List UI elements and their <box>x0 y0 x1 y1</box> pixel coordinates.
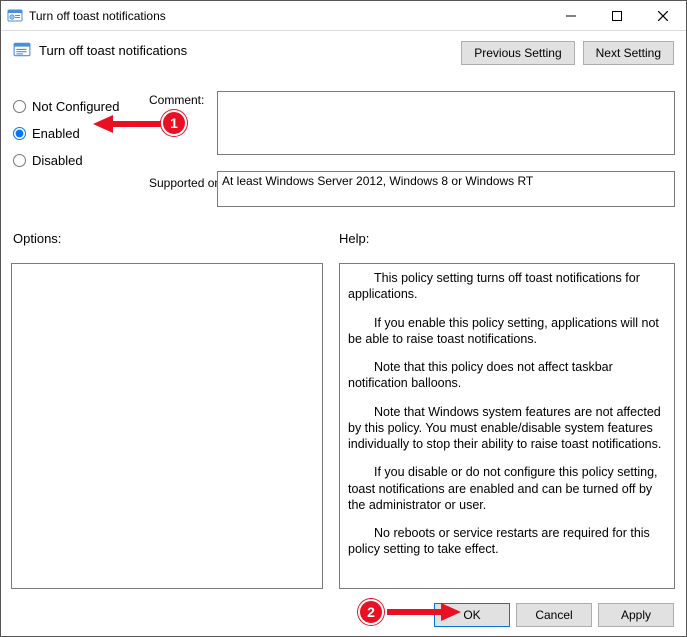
policy-window-icon <box>7 8 23 24</box>
callout-arrow-1 <box>93 113 163 135</box>
supported-label: Supported on: <box>149 176 224 190</box>
radio-disabled[interactable]: Disabled <box>13 153 119 168</box>
minimize-button[interactable] <box>548 1 594 31</box>
callout-badge-1: 1 <box>161 110 187 136</box>
maximize-button[interactable] <box>594 1 640 31</box>
next-setting-button[interactable]: Next Setting <box>583 41 674 65</box>
help-box[interactable]: This policy setting turns off toast noti… <box>339 263 675 589</box>
radio-disabled-input[interactable] <box>13 154 26 167</box>
apply-button[interactable]: Apply <box>598 603 674 627</box>
radio-not-configured-input[interactable] <box>13 100 26 113</box>
help-paragraph: Note that Windows system features are no… <box>348 404 666 453</box>
policy-title: Turn off toast notifications <box>39 43 187 58</box>
callout-arrow-2 <box>387 601 461 623</box>
comment-label: Comment: <box>149 93 204 107</box>
radio-disabled-label: Disabled <box>32 153 83 168</box>
options-box <box>11 263 323 589</box>
help-paragraph: Note that this policy does not affect ta… <box>348 359 666 392</box>
close-button[interactable] <box>640 1 686 31</box>
radio-enabled-input[interactable] <box>13 127 26 140</box>
help-paragraph: This policy setting turns off toast noti… <box>348 270 666 303</box>
nav-buttons: Previous Setting Next Setting <box>461 41 674 65</box>
supported-textarea[interactable] <box>217 171 675 207</box>
window-title: Turn off toast notifications <box>29 9 548 23</box>
radio-not-configured[interactable]: Not Configured <box>13 99 119 114</box>
help-paragraph: If you enable this policy setting, appli… <box>348 315 666 348</box>
options-label: Options: <box>13 231 61 246</box>
help-paragraph: No reboots or service restarts are requi… <box>348 525 666 558</box>
titlebar: Turn off toast notifications <box>1 1 686 31</box>
help-label: Help: <box>339 231 369 246</box>
radio-not-configured-label: Not Configured <box>32 99 119 114</box>
dialog-buttons: OK Cancel Apply <box>434 603 674 627</box>
policy-icon <box>13 41 31 59</box>
help-paragraph: If you disable or do not configure this … <box>348 464 666 513</box>
comment-textarea[interactable] <box>217 91 675 155</box>
callout-badge-2: 2 <box>358 599 384 625</box>
previous-setting-button[interactable]: Previous Setting <box>461 41 574 65</box>
radio-enabled-label: Enabled <box>32 126 80 141</box>
cancel-button[interactable]: Cancel <box>516 603 592 627</box>
content-area: Turn off toast notifications Previous Se… <box>1 31 686 59</box>
